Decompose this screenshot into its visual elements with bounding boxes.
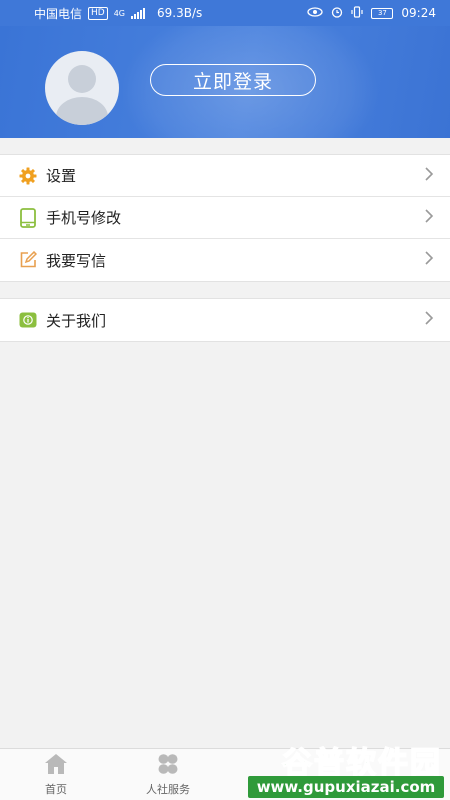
menu-item-write-letter[interactable]: 我要写信 [0,239,450,281]
login-button[interactable]: 立即登录 [150,64,316,96]
home-icon [44,753,68,778]
menu-item-label: 关于我们 [46,311,107,330]
network-type: 4G [113,8,126,18]
clock-time: 09:24 [401,6,436,20]
network-speed: 69.3B/s [157,6,203,20]
menu-item-about-us[interactable]: 关于我们 [0,299,450,341]
alarm-icon [331,6,343,21]
avatar-body-shape [56,97,108,125]
menu-item-label: 设置 [46,167,77,185]
tab-home[interactable]: 首页 [0,749,112,800]
tab-label: 人社服务 [146,782,190,796]
menu-item-phone-change[interactable]: 手机号修改 [0,197,450,239]
chevron-right-icon [424,311,434,329]
profile-header: 立即登录 [0,26,450,138]
battery-icon: 37 [371,7,394,19]
chevron-right-icon [424,208,434,227]
eye-icon [307,6,324,20]
gear-icon [18,166,38,186]
menu-group-about: 关于我们 [0,298,450,342]
hd-badge: HD [88,6,108,20]
carrier-label: 中国电信 [34,6,83,21]
chevron-right-icon [424,251,434,269]
menu-group-main: 设置 手机号修改 我要写信 [0,154,450,282]
menu-item-label: 我要写信 [46,251,107,270]
phone-icon [18,207,38,228]
vibrate-icon [351,5,364,21]
menu-item-settings[interactable]: 设置 [0,155,450,197]
tab-label: 首页 [45,782,67,796]
avatar[interactable] [45,51,119,125]
avatar-head-shape [68,65,96,93]
signal-icon [131,7,146,19]
bottom-tab-bar: 首页 人社服务 [0,748,450,800]
tab-services[interactable]: 人社服务 [112,749,224,800]
status-bar: 中国电信 HD 4G 69.3B/s 37 09:24 [0,0,450,26]
info-icon [18,310,38,330]
edit-icon [18,250,38,270]
chevron-right-icon [424,166,434,185]
services-icon [156,753,180,778]
menu-item-label: 手机号修改 [46,209,122,227]
